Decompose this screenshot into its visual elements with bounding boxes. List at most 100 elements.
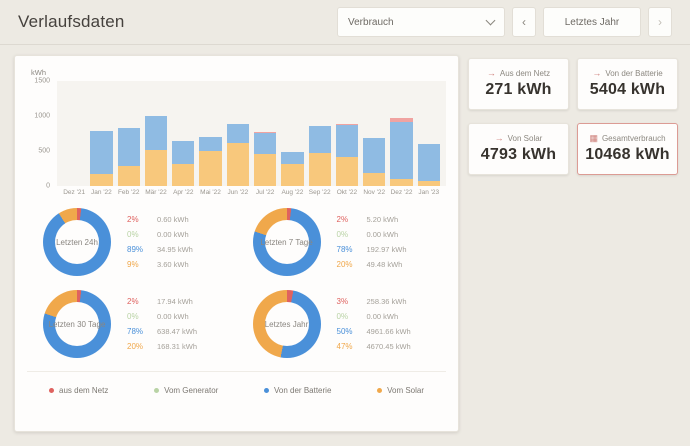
legend-item-vom-solar[interactable]: Vom Solar [377,386,424,395]
donut-block-3: Letzten 30 Tage2%17.94 kWh0%0.00 kWh78%6… [27,290,237,358]
slice-percent: 78% [127,327,151,336]
bar-month-10[interactable] [309,126,331,186]
slice-percent: 78% [337,245,361,254]
donut-chart[interactable]: Letztes Jahr [253,290,321,358]
bar-month-8[interactable] [254,132,276,186]
slice-value: 3.60 kWh [157,260,189,269]
slice-percent: 2% [127,215,151,224]
slice-value: 0.00 kWh [367,230,399,239]
bar-month-11[interactable] [336,124,358,186]
slice-percent: 2% [337,215,361,224]
slice-percent: 0% [337,230,361,239]
slice-percent: 89% [127,245,151,254]
bar-segment-von-der-batterie [90,131,112,174]
x-axis-label: Jan '23 [418,189,440,196]
donut-chart[interactable]: Letzten 7 Tage [253,208,321,276]
bar-segment-von-der-batterie [309,126,331,154]
slice-percent: 20% [127,342,151,351]
bar-month-6[interactable] [199,137,221,186]
donut-values: 3%258.36 kWh0%0.00 kWh50%4961.66 kWh47%4… [337,297,411,351]
slice-percent: 2% [127,297,151,306]
metric-select[interactable]: Verbrauch [337,7,505,37]
bar-month-14[interactable] [418,144,440,186]
bar-segment-von-der-batterie [199,137,221,151]
bar-segment-vom-solar [309,153,331,186]
arrow-right-icon: → [487,69,496,78]
slice-value: 192.97 kWh [367,245,407,254]
stat-card-label: Von Solar [508,134,543,143]
legend-item-von-der-batterie[interactable]: Von der Batterie [264,386,331,395]
slice-value: 638.47 kWh [157,327,197,336]
bar-month-5[interactable] [172,141,194,186]
slice-value: 0.00 kWh [157,312,189,321]
bar-segment-vom-solar [199,151,221,186]
x-axis-labels: Dez '21Jan '22Feb '22Mär '22Apr '22Mai '… [57,189,446,196]
legend-item-vom-generator[interactable]: Vom Generator [154,386,218,395]
stat-card-value: 5404 kWh [590,81,665,99]
donut-values: 2%0.60 kWh0%0.00 kWh89%34.95 kWh9%3.60 k… [127,215,193,269]
donut-center-label: Letzten 7 Tage [260,238,312,247]
bar-segment-vom-solar [336,157,358,186]
stat-card-value: 271 kWh [485,81,551,99]
bar-month-9[interactable] [281,152,303,186]
legend-color-dot [154,388,159,393]
bar-month-12[interactable] [363,138,385,186]
bar-segment-von-der-batterie [172,141,194,164]
bar-segment-vom-solar [172,164,194,186]
bar-month-4[interactable] [145,116,167,186]
bar-month-13[interactable] [390,118,412,186]
history-panel: kWh 050010001500 Dez '21Jan '22Feb '22Mä… [14,55,459,432]
bar-segment-von-der-batterie [363,138,385,173]
y-axis-tick: 1000 [34,113,50,120]
y-axis-tick: 500 [38,148,50,155]
x-axis-label: Jun '22 [227,189,249,196]
bar-segment-vom-solar [227,143,249,186]
donut-value-row: 89%34.95 kWh [127,245,193,254]
donut-hole: Letzten 24h [55,220,99,264]
bar-month-7[interactable] [227,124,249,186]
donut-value-row: 9%3.60 kWh [127,260,193,269]
stat-card-value: 4793 kWh [481,146,556,164]
legend-color-dot [264,388,269,393]
x-axis-label: Nov '22 [363,189,385,196]
x-axis-label: Apr '22 [172,189,194,196]
bar-month-2[interactable] [90,131,112,186]
metric-select-value: Verbrauch [348,17,394,28]
prev-period-button[interactable]: ‹ [512,7,536,37]
x-axis-label: Dez '21 [63,189,85,196]
bar-segment-von-der-batterie [281,152,303,164]
y-axis-tick: 1500 [34,78,50,85]
donut-value-row: 78% 192.97 kWh [337,245,407,254]
bar-segment-von-der-batterie [254,133,276,154]
bar-chart-plot [57,81,446,186]
donut-value-row: 0%0.00 kWh [337,312,411,321]
slice-value: 17.94 kWh [157,297,193,306]
next-period-button[interactable]: › [648,7,672,37]
slice-percent: 0% [337,312,361,321]
page-title: Verlaufsdaten [18,12,125,32]
donut-value-row: 2% 17.94 kWh [127,297,197,306]
legend-label: aus dem Netz [59,386,108,395]
period-range-button[interactable]: Letztes Jahr [543,7,641,37]
bar-month-3[interactable] [118,128,140,186]
bar-segment-vom-solar [145,150,167,186]
y-axis-tick: 0 [46,183,50,190]
donut-center-label: Letzten 30 Tage [49,320,106,329]
bar-segment-vom-solar [254,154,276,186]
donut-hole: Letztes Jahr [265,302,309,346]
donut-value-row: 78% 638.47 kWh [127,327,197,336]
donut-center-label: Letztes Jahr [265,320,309,329]
stat-card-label: Von der Batterie [605,69,662,78]
donut-value-row: 2%0.60 kWh [127,215,193,224]
stat-card-gesamtverbrauch: ▦Gesamtverbrauch10468 kWh [577,123,678,175]
x-axis-label: Mai '22 [199,189,221,196]
stat-card-label: Aus dem Netz [500,69,550,78]
donut-block-2: Letzten 7 Tage2%5.20 kWh0%0.00 kWh78%192… [237,208,447,276]
donut-chart[interactable]: Letzten 24h [43,208,111,276]
stat-card-label-row: → Aus dem Netz [487,69,550,78]
stat-card-label-row: ▦Gesamtverbrauch [589,134,665,143]
donut-value-row: 3%258.36 kWh [337,297,411,306]
legend-item-aus-dem-netz[interactable]: aus dem Netz [49,386,108,395]
donut-chart[interactable]: Letzten 30 Tage [43,290,111,358]
stat-card-von-solar: →Von Solar4793 kWh [468,123,569,175]
